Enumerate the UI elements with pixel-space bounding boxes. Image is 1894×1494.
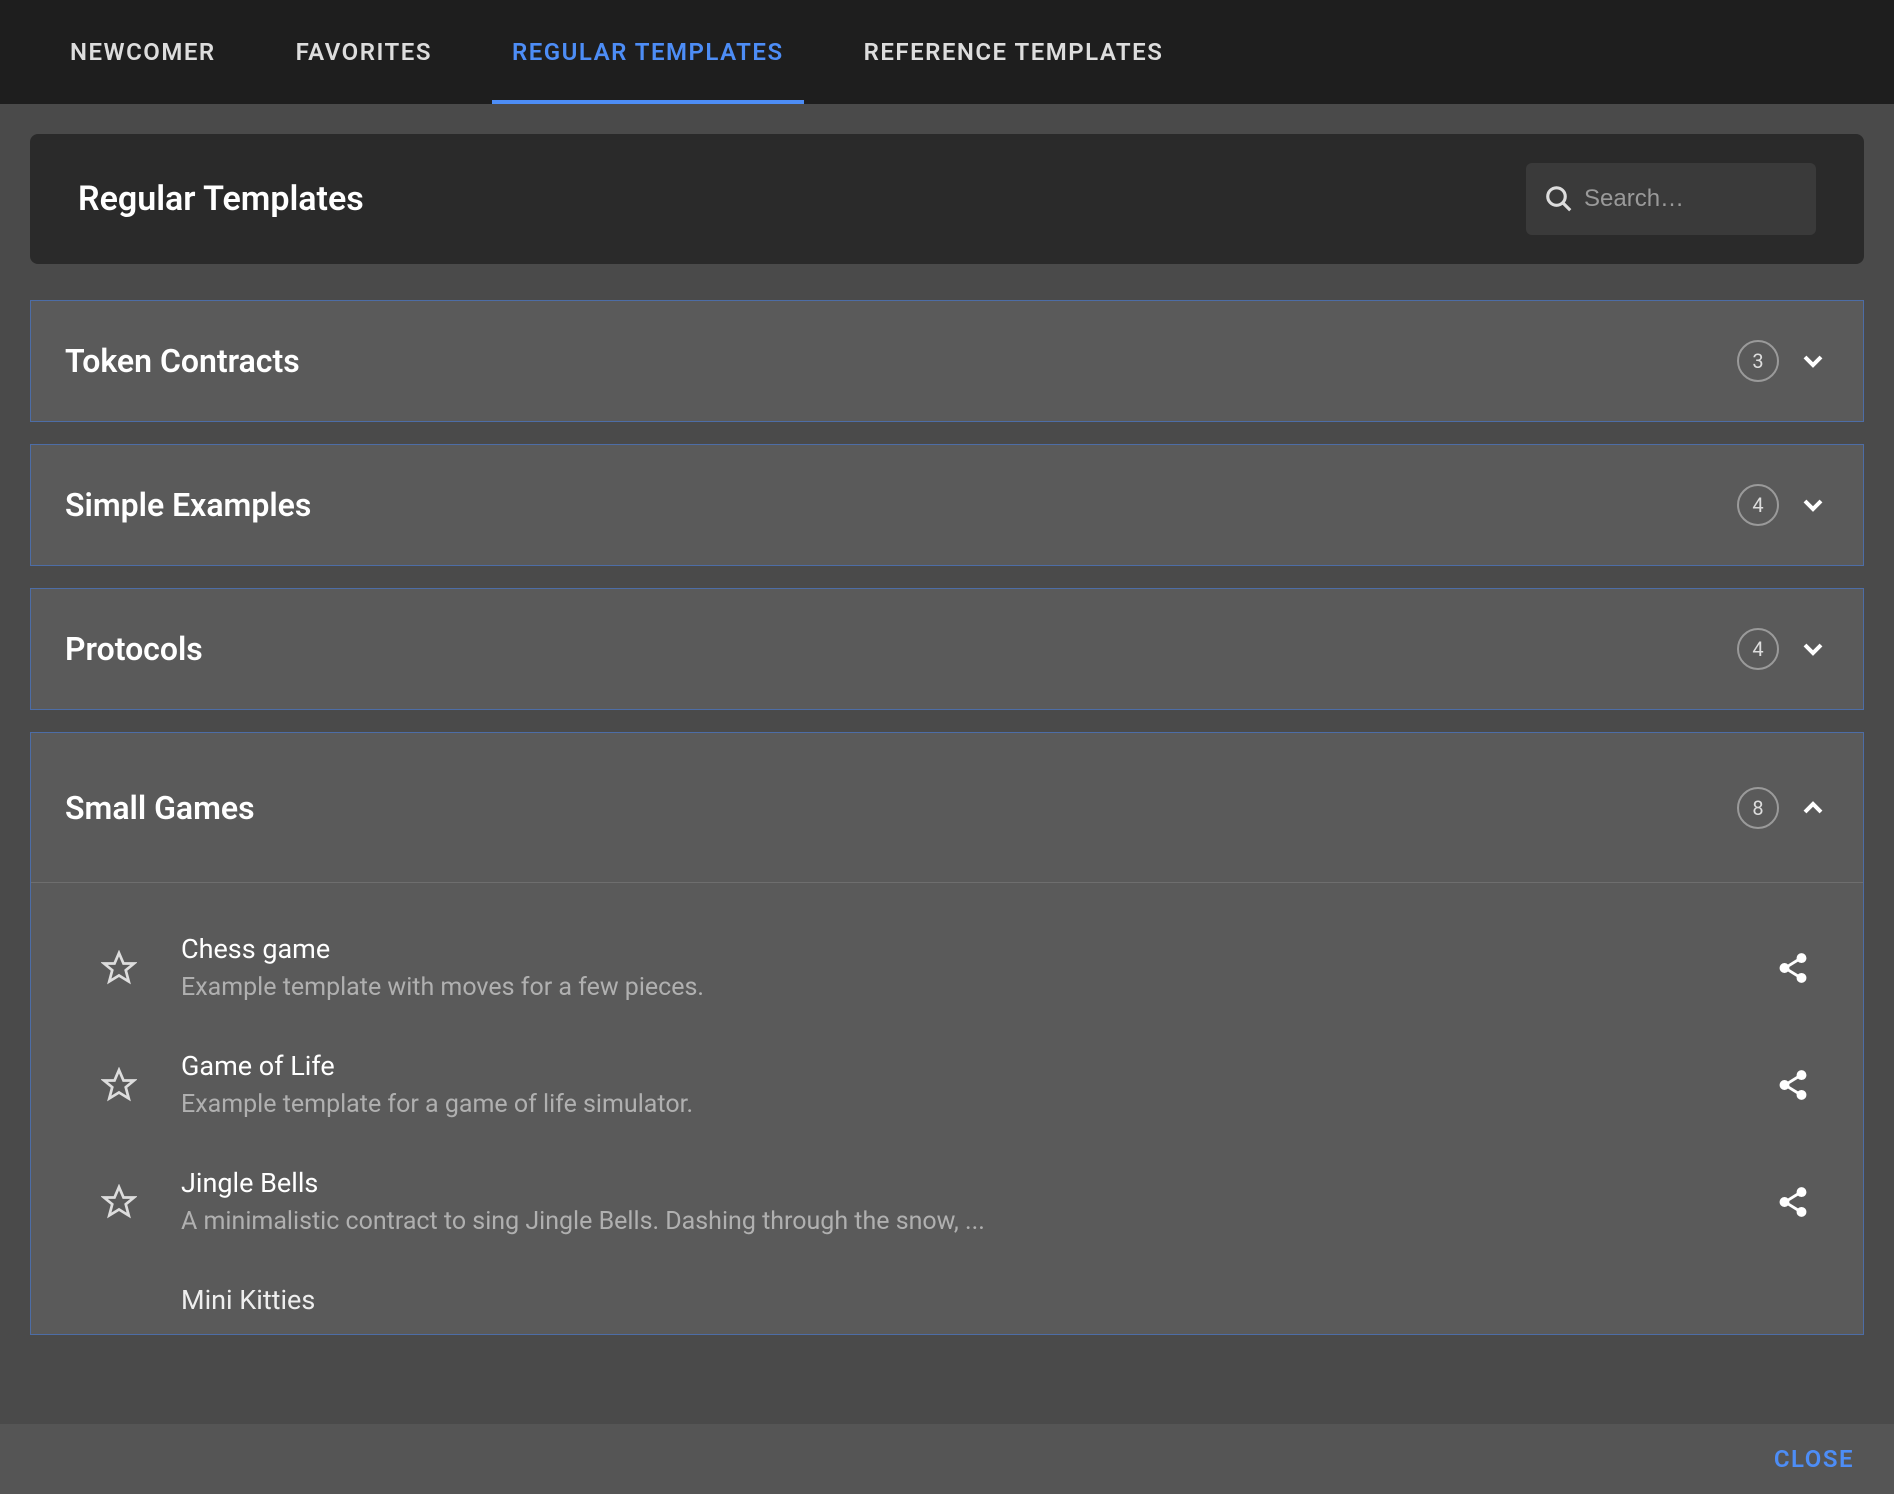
category-title: Token Contracts [65,342,300,380]
tab-reference-templates[interactable]: Reference Templates [824,0,1204,104]
tab-newcomer[interactable]: Newcomer [30,0,256,104]
category-meta: 8 [1737,787,1829,829]
category-simple-examples: Simple Examples 4 [30,444,1864,566]
template-item[interactable]: Mini Kitties [31,1264,1863,1324]
star-outline-icon[interactable] [101,1067,137,1103]
template-text: Jingle Bells A minimalistic contract to … [181,1167,1763,1236]
template-title: Jingle Bells [181,1167,1763,1199]
template-text: Game of Life Example template for a game… [181,1050,1763,1119]
share-icon[interactable] [1776,1185,1810,1219]
template-desc: Example template with moves for a few pi… [181,973,1763,1002]
search-icon [1544,184,1574,214]
star-outline-icon[interactable] [101,950,137,986]
tab-favorites[interactable]: Favorites [256,0,472,104]
content-area: Regular Templates Token Contracts 3 [0,104,1894,1424]
count-badge: 4 [1737,628,1779,670]
share-icon[interactable] [1776,951,1810,985]
share-icon[interactable] [1776,1068,1810,1102]
template-title: Chess game [181,933,1763,965]
template-desc: A minimalistic contract to sing Jingle B… [181,1207,1763,1236]
category-header[interactable]: Small Games 8 [31,733,1863,883]
category-meta: 3 [1737,340,1829,382]
chevron-up-icon [1797,792,1829,824]
category-small-games: Small Games 8 Chess game Example templat… [30,732,1864,1335]
category-header[interactable]: Token Contracts 3 [31,301,1863,421]
category-meta: 4 [1737,628,1829,670]
page-header: Regular Templates [30,134,1864,264]
template-title: Game of Life [181,1050,1763,1082]
category-token-contracts: Token Contracts 3 [30,300,1864,422]
count-badge: 3 [1737,340,1779,382]
close-button[interactable]: Close [1774,1445,1854,1473]
chevron-down-icon [1797,345,1829,377]
template-list: Chess game Example template with moves f… [31,883,1863,1334]
template-desc: Example template for a game of life simu… [181,1090,1763,1119]
template-text: Mini Kitties [181,1284,1763,1324]
count-badge: 8 [1737,787,1779,829]
template-item[interactable]: Game of Life Example template for a game… [31,1030,1863,1147]
category-header[interactable]: Protocols 4 [31,589,1863,709]
tab-regular-templates[interactable]: Regular Templates [472,0,824,104]
chevron-down-icon [1797,633,1829,665]
category-protocols: Protocols 4 [30,588,1864,710]
count-badge: 4 [1737,484,1779,526]
search-input[interactable] [1584,185,1894,213]
template-title: Mini Kitties [181,1284,1763,1316]
template-item[interactable]: Jingle Bells A minimalistic contract to … [31,1147,1863,1264]
category-title: Simple Examples [65,486,311,524]
category-title: Small Games [65,789,255,827]
tab-bar: Newcomer Favorites Regular Templates Ref… [0,0,1894,104]
template-text: Chess game Example template with moves f… [181,933,1763,1002]
search-box[interactable] [1526,163,1816,235]
category-header[interactable]: Simple Examples 4 [31,445,1863,565]
template-item[interactable]: Chess game Example template with moves f… [31,913,1863,1030]
chevron-down-icon [1797,489,1829,521]
page-title: Regular Templates [78,179,364,219]
category-meta: 4 [1737,484,1829,526]
category-title: Protocols [65,630,203,668]
star-outline-icon[interactable] [101,1184,137,1220]
footer: Close [0,1424,1894,1494]
